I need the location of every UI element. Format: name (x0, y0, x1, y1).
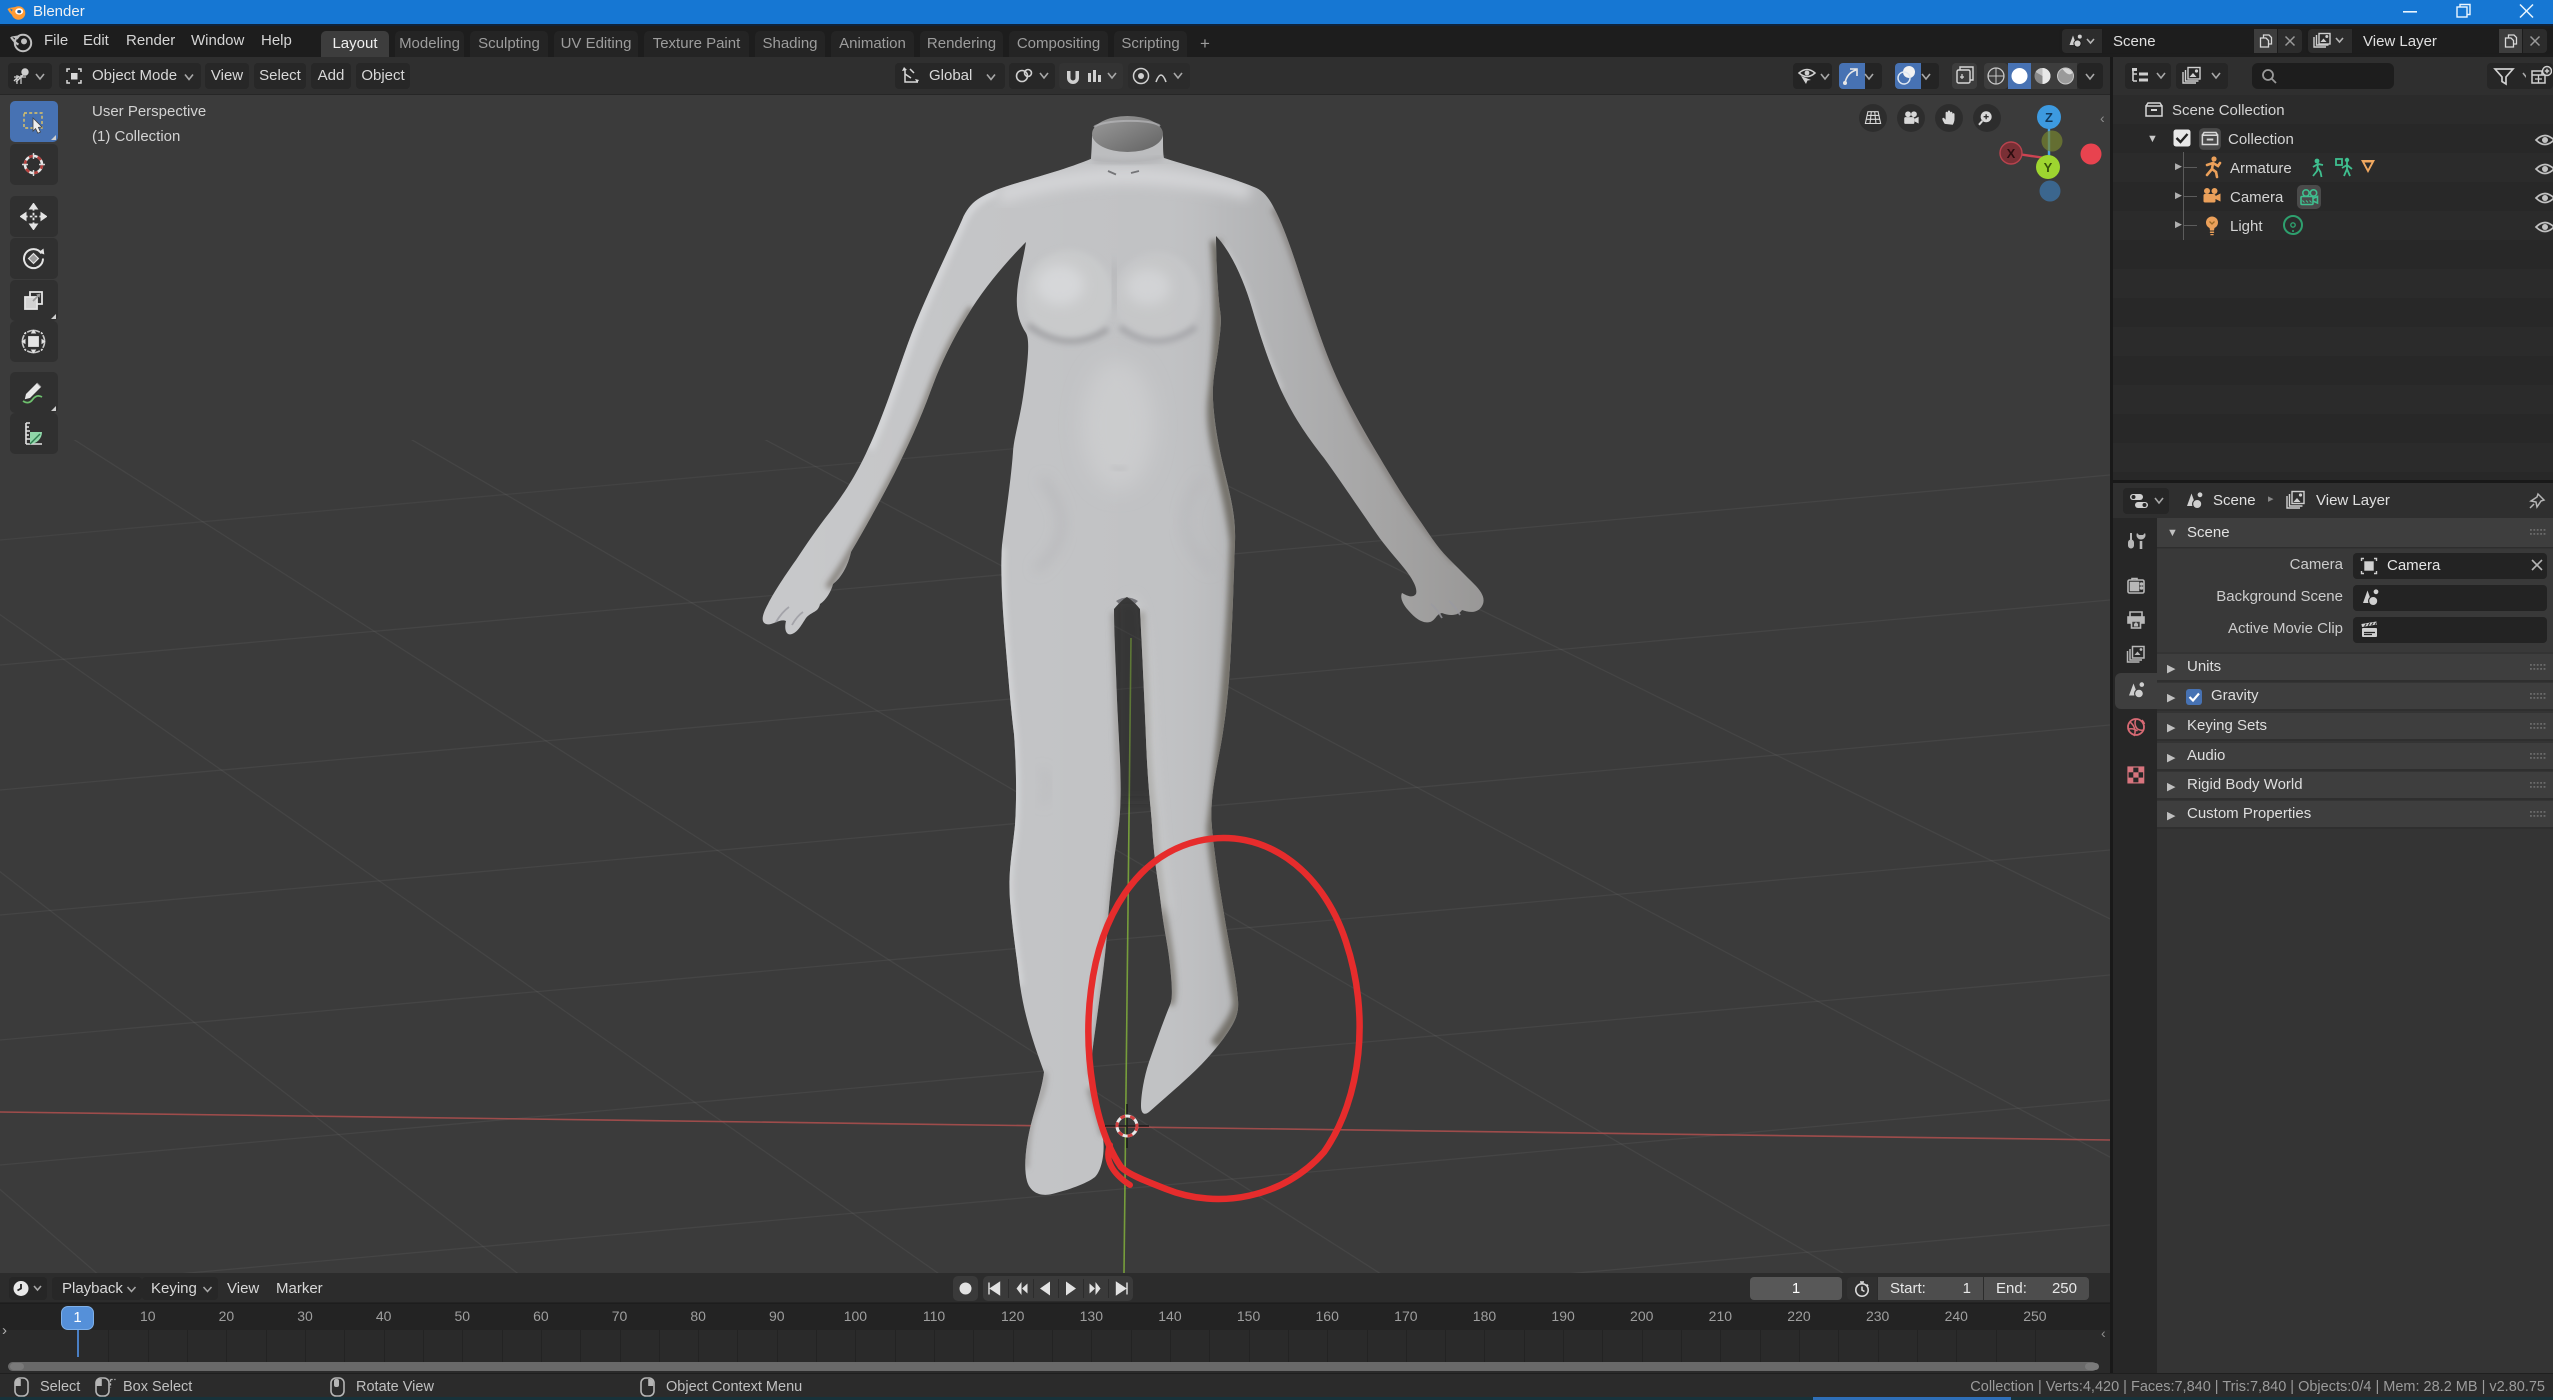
svg-text:X: X (2007, 146, 2016, 161)
svg-text:Y: Y (2044, 160, 2053, 175)
svg-text:Z: Z (2045, 110, 2053, 125)
